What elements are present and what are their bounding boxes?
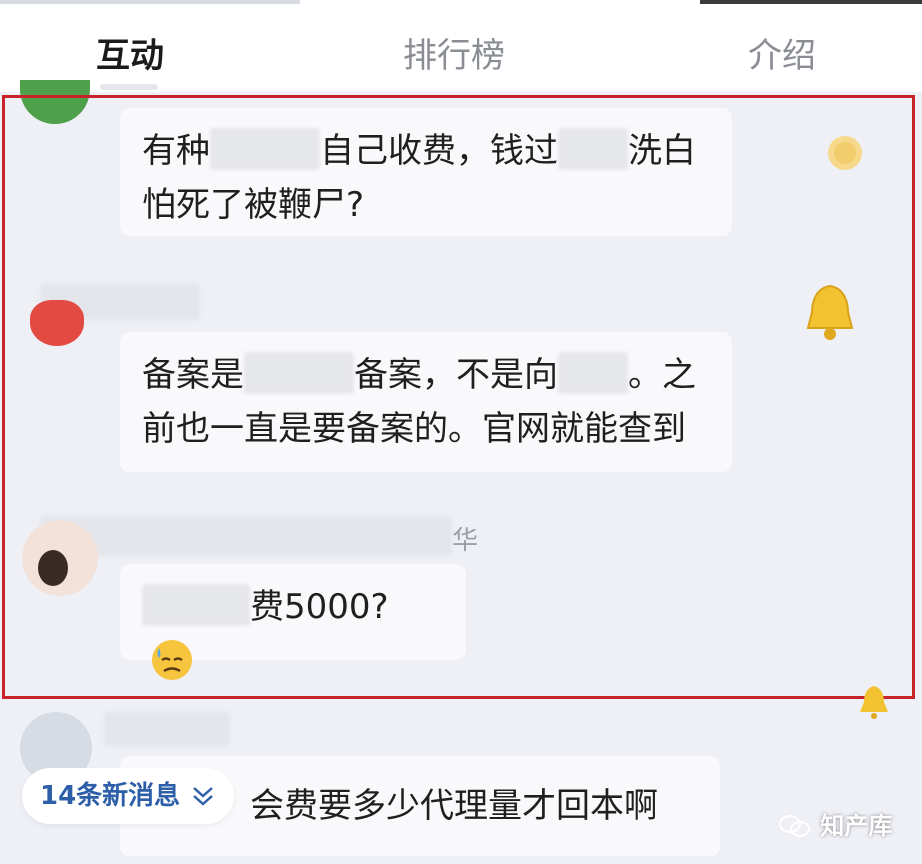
avatar[interactable] [22,520,98,596]
cropped-top-strip [0,0,300,4]
watermark: 知产库 [778,806,892,841]
comment-text: 会费要多少代理量才回本啊 [250,786,658,826]
coin-icon[interactable] [826,134,864,172]
tab-bar: 互动 排行榜 介绍 [0,0,922,92]
avatar[interactable] [20,80,90,124]
username-tail: 华 [452,526,479,556]
comment-bubble: 备案是 备案，不是向 。之 前也一直是要备案的。官网就能查到 [120,332,732,472]
comment-bubble: 费5000? [120,564,466,680]
redacted-text [142,584,250,626]
comment-text: 前也一直是要备案的。官网就能查到 [142,409,686,449]
tab-interaction[interactable]: 互动 [96,28,164,77]
comment-text: 备案是 [142,355,244,395]
redacted-username [104,712,230,746]
redacted-text [558,352,628,394]
wechat-icon [779,815,810,837]
comment-bubble: 有种 自己收费，钱过 洗白 怕死了被鞭尸? [120,108,732,236]
redacted-text [558,128,628,170]
new-messages-label: 14条新消息 [40,781,181,811]
tab-leaderboard[interactable]: 排行榜 [403,28,505,77]
redacted-text [210,128,320,170]
new-messages-button[interactable]: 14条新消息 [22,768,234,824]
comment-text: 备案，不是向 [354,355,558,395]
comment-text: 自己收费，钱过 [320,131,558,171]
bell-icon[interactable] [858,684,890,720]
comment-text: 怕死了被鞭尸? [142,185,365,225]
cropped-top-image [700,0,922,4]
chevron-double-down-icon [193,787,214,806]
tab-intro[interactable]: 介绍 [748,28,816,77]
watermark-text: 知产库 [820,812,893,840]
active-tab-indicator [100,84,158,90]
comment-text: 有种 [142,131,210,171]
redacted-text [244,352,354,394]
comment-text: 费5000? [250,587,389,627]
comment-text: 。之 [628,355,696,395]
comment-text: 洗白 [628,131,696,171]
avatar[interactable] [30,300,84,346]
downcast-sweat-face-icon [152,640,192,680]
bell-icon[interactable] [804,282,856,342]
redacted-username [40,516,452,556]
